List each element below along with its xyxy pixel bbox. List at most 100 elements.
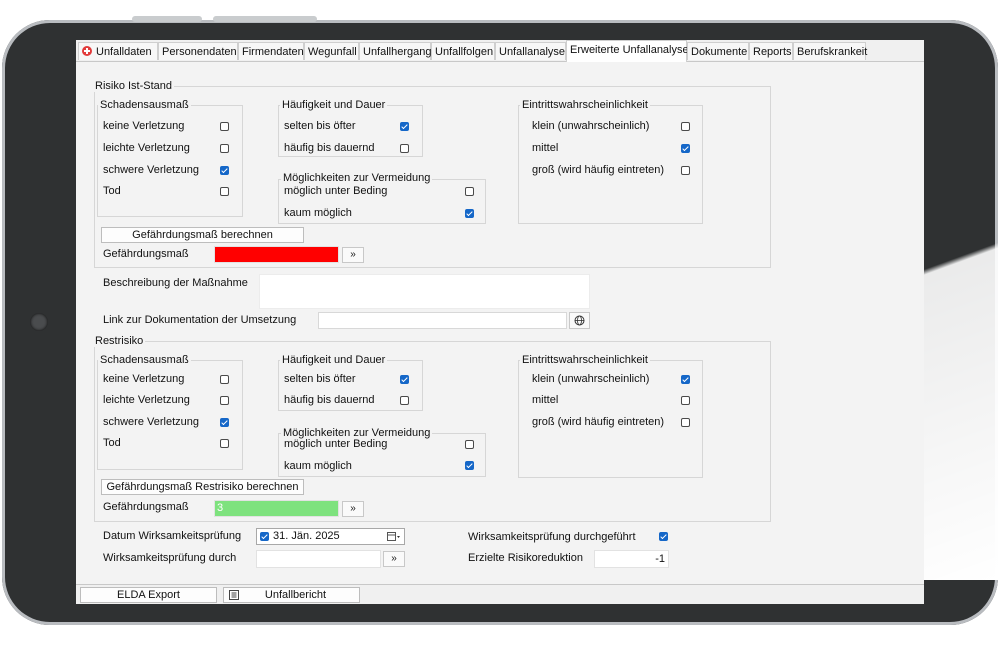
rest-schaden-label: schwere Verletzung — [103, 416, 199, 428]
unfallbericht-label: Unfallbericht — [264, 589, 327, 601]
rest-arrow-button[interactable]: » — [342, 501, 364, 517]
rest-schaden-label: Tod — [103, 437, 121, 449]
rest-schaden-label: keine Verletzung — [103, 373, 185, 385]
datum-value: 31. Jän. 2025 — [273, 530, 340, 542]
desc-label: Beschreibung der Maßnahme — [103, 277, 248, 289]
tab-berufskrankeit[interactable]: Berufskrankeit — [793, 42, 867, 60]
ist-gross-checkbox[interactable] — [681, 166, 690, 175]
camera — [30, 313, 48, 331]
open-link-button[interactable] — [569, 312, 590, 329]
datum-checkbox[interactable] — [260, 532, 269, 541]
globe-icon — [574, 315, 585, 326]
rest-vermeidung-label: möglich unter Beding — [284, 438, 388, 450]
rest-calc-button[interactable]: Gefährdungsmaß Restrisiko berechnen — [101, 479, 304, 495]
app-window: Unfalldaten Personendaten Firmendaten We… — [76, 40, 924, 604]
ist-mittel-checkbox[interactable] — [681, 144, 690, 153]
rest-haeufigkeit-label: häufig bis dauernd — [284, 394, 375, 406]
ist-arrow-button[interactable]: » — [342, 247, 364, 263]
rest-measure-value: 3 — [217, 502, 224, 514]
rest-gross-checkbox[interactable] — [681, 418, 690, 427]
medical-cross-icon — [82, 46, 92, 56]
reduktion-label: Erzielte Risikoreduktion — [468, 552, 583, 564]
ist-vermeidung-label: kaum möglich — [284, 207, 352, 219]
ist-kaum-moeglich-checkbox[interactable] — [465, 209, 474, 218]
datum-label: Datum Wirksamkeitsprüfung — [103, 530, 242, 542]
ist-vermeidung-label: möglich unter Beding — [284, 185, 388, 197]
rest-haeufig-checkbox[interactable] — [400, 396, 409, 405]
durch-label: Wirksamkeitsprüfung durch — [103, 552, 237, 564]
rest-schaden-title: Schadensausmaß — [98, 354, 191, 366]
reduktion-field: -1 — [594, 550, 669, 568]
ist-calc-button[interactable]: Gefährdungsmaß berechnen — [101, 227, 304, 243]
done-label: Wirksamkeitsprüfung durchgeführt — [468, 531, 636, 543]
durch-input[interactable] — [256, 550, 381, 568]
ist-keine-verletzung-checkbox[interactable] — [220, 122, 229, 131]
rest-selten-checkbox[interactable] — [400, 375, 409, 384]
ist-schaden-label: schwere Verletzung — [103, 164, 199, 176]
ist-moeglich-checkbox[interactable] — [465, 187, 474, 196]
ist-schaden-title: Schadensausmaß — [98, 99, 191, 111]
tab-erweiterte-unfallanalyse[interactable]: Erweiterte Unfallanalyse — [566, 40, 689, 62]
ist-schaden-label: Tod — [103, 185, 121, 197]
rest-keine-verletzung-checkbox[interactable] — [220, 375, 229, 384]
ist-leichte-verletzung-checkbox[interactable] — [220, 144, 229, 153]
tab-bar: Unfalldaten Personendaten Firmendaten We… — [76, 40, 924, 62]
rest-measure-field: 3 — [214, 500, 339, 517]
tab-unfalldaten[interactable]: Unfalldaten — [78, 42, 158, 60]
tab-personendaten[interactable]: Personendaten — [158, 42, 238, 60]
link-label: Link zur Dokumentation der Umsetzung — [103, 314, 297, 326]
footer-bar: ELDA Export Unfallbericht — [76, 584, 924, 604]
unfallbericht-button[interactable]: Unfallbericht — [223, 587, 360, 603]
rest-schaden-label: leichte Verletzung — [103, 394, 190, 406]
ist-eintritt-title: Eintrittswahrscheinlichkeit — [520, 99, 650, 111]
ist-schaden-label: keine Verletzung — [103, 120, 185, 132]
rest-eintritt-label: klein (unwahrscheinlich) — [532, 373, 650, 385]
ist-schwere-verletzung-checkbox[interactable] — [220, 166, 229, 175]
ist-vermeidung-title: Möglichkeiten zur Vermeidung — [281, 172, 433, 184]
tab-firmendaten[interactable]: Firmendaten — [238, 42, 304, 60]
rest-haeufigkeit-label: selten bis öfter — [284, 373, 356, 385]
rest-eintritt-title: Eintrittswahrscheinlichkeit — [520, 354, 650, 366]
rest-klein-checkbox[interactable] — [681, 375, 690, 384]
tab-wegunfall[interactable]: Wegunfall — [304, 42, 359, 60]
report-icon — [229, 590, 239, 600]
rest-eintritt-label: mittel — [532, 394, 559, 406]
ist-measure-label: Gefährdungsmaß — [103, 248, 189, 260]
ist-haeufigkeit-label: selten bis öfter — [284, 120, 356, 132]
ist-eintritt-label: mittel — [532, 142, 559, 154]
rest-vermeidung-label: kaum möglich — [284, 460, 352, 472]
desc-input[interactable] — [259, 274, 590, 309]
durch-arrow-button[interactable]: » — [383, 551, 405, 567]
ist-measure-field — [214, 246, 339, 263]
rest-moeglich-checkbox[interactable] — [465, 440, 474, 449]
rest-title: Restrisiko — [93, 335, 146, 347]
link-input[interactable] — [318, 312, 567, 329]
tab-unfallanalyse[interactable]: Unfallanalyse — [495, 42, 566, 60]
tablet-button — [213, 16, 317, 22]
tab-dokumente[interactable]: Dokumente — [687, 42, 749, 60]
ist-haeufig-checkbox[interactable] — [400, 144, 409, 153]
tab-unfallhergang[interactable]: Unfallhergang — [359, 42, 432, 60]
done-checkbox[interactable] — [659, 532, 668, 541]
tablet-button — [132, 16, 202, 22]
datum-picker[interactable]: 31. Jän. 2025 — [256, 528, 405, 545]
ist-eintritt-label: groß (wird häufig eintreten) — [532, 164, 665, 176]
rest-mittel-checkbox[interactable] — [681, 396, 690, 405]
rest-tod-checkbox[interactable] — [220, 439, 229, 448]
ist-schaden-label: leichte Verletzung — [103, 142, 190, 154]
rest-schwere-verletzung-checkbox[interactable] — [220, 418, 229, 427]
rest-leichte-verletzung-checkbox[interactable] — [220, 396, 229, 405]
ist-eintritt-label: klein (unwahrscheinlich) — [532, 120, 650, 132]
ist-stand-title: Risiko Ist-Stand — [93, 80, 175, 92]
tab-reports[interactable]: Reports — [749, 42, 793, 60]
ist-haeufigkeit-label: häufig bis dauernd — [284, 142, 375, 154]
ist-tod-checkbox[interactable] — [220, 187, 229, 196]
ist-klein-checkbox[interactable] — [681, 122, 690, 131]
ist-haeufigkeit-title: Häufigkeit und Dauer — [280, 99, 388, 111]
rest-kaum-moeglich-checkbox[interactable] — [465, 461, 474, 470]
ist-selten-checkbox[interactable] — [400, 122, 409, 131]
rest-haeufigkeit-title: Häufigkeit und Dauer — [280, 354, 388, 366]
calendar-dropdown-icon[interactable] — [387, 532, 401, 542]
tab-unfallfolgen[interactable]: Unfallfolgen — [431, 42, 495, 60]
elda-export-button[interactable]: ELDA Export — [80, 587, 217, 603]
